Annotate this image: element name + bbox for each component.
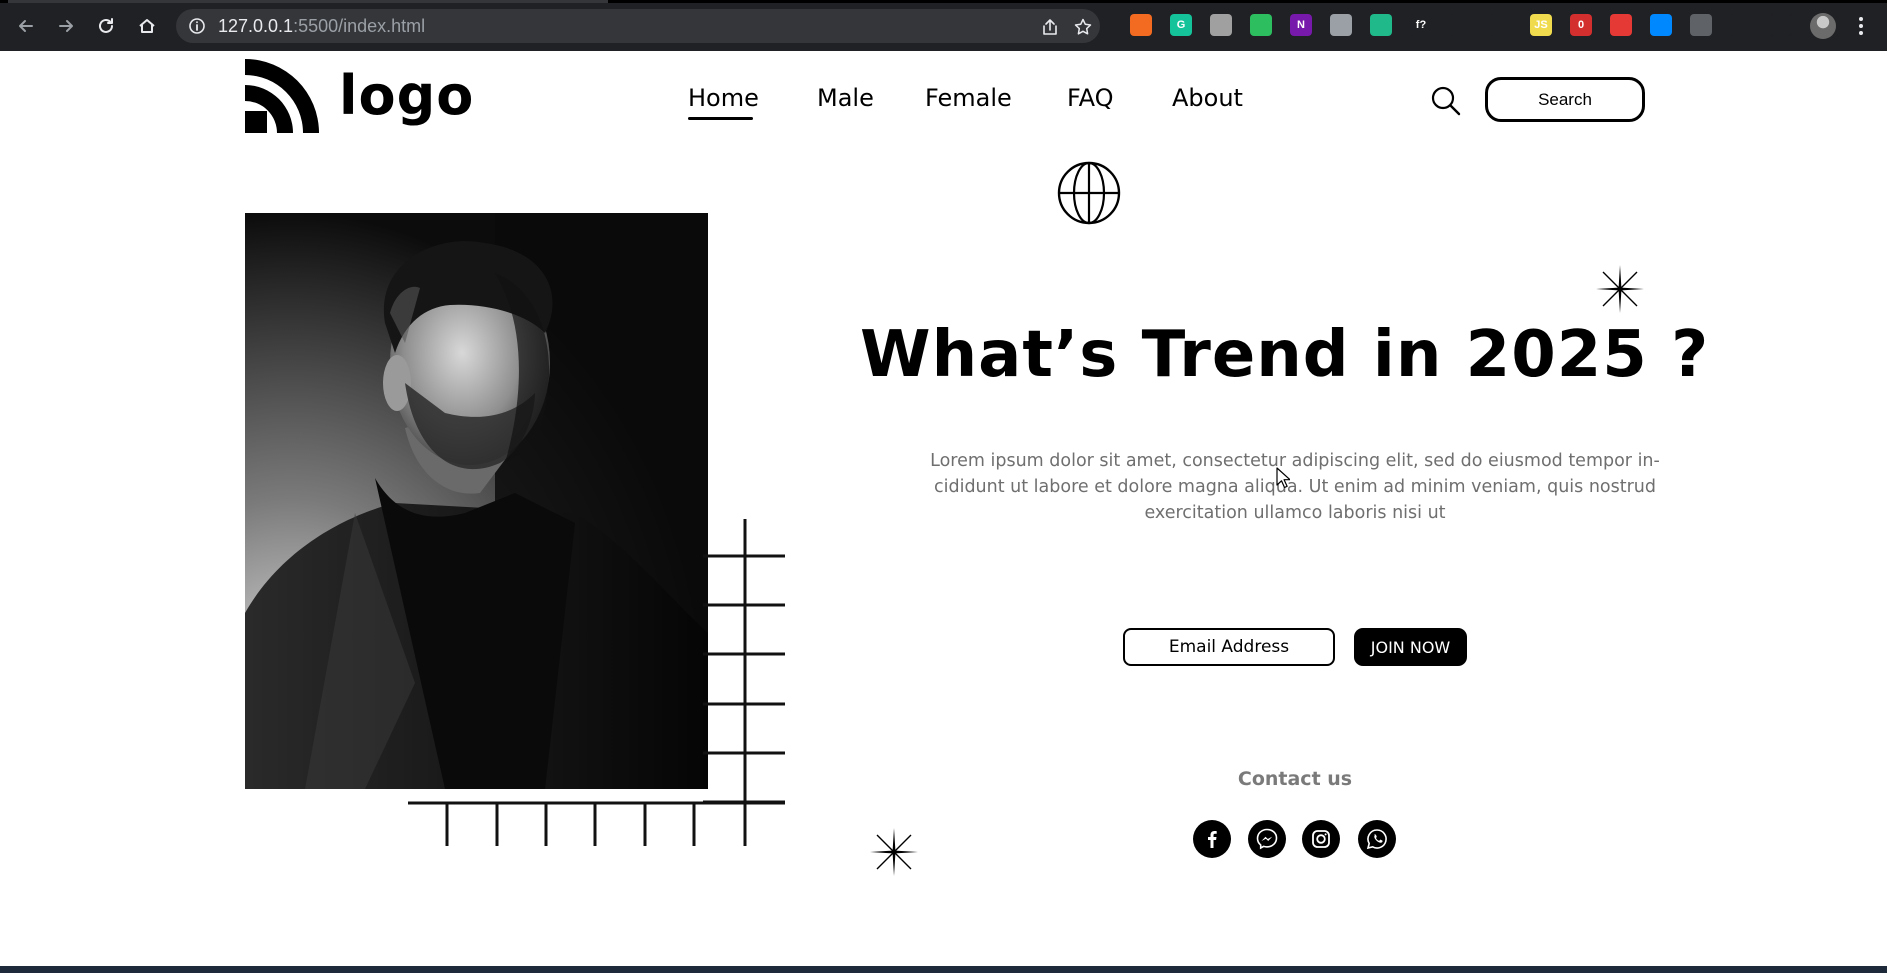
sparkle-star-top-right	[1596, 265, 1644, 313]
whatsapp-icon[interactable]	[1358, 820, 1396, 858]
hero-description: Lorem ipsum dolor sit amet, consectetur …	[930, 451, 1660, 523]
picture-in-picture-icon[interactable]	[1450, 14, 1472, 36]
browser-menu-icon[interactable]	[1855, 14, 1867, 38]
color-picker-icon[interactable]	[1210, 14, 1232, 36]
onenote-icon[interactable]: N	[1290, 14, 1312, 36]
site-info-icon[interactable]	[188, 17, 206, 35]
extension-hand-icon[interactable]	[1610, 14, 1632, 36]
globe-icon	[1057, 161, 1121, 225]
shazam-icon[interactable]	[1650, 14, 1672, 36]
react-devtools-icon[interactable]	[1490, 14, 1512, 36]
back-icon[interactable]	[12, 12, 40, 40]
url-text[interactable]: 127.0.0.1:5500/index.html	[218, 16, 425, 37]
decorative-grid	[408, 519, 785, 846]
contact-heading: Contact us	[1237, 768, 1353, 790]
search-icon[interactable]	[1430, 85, 1462, 117]
taskbar-edge	[0, 966, 1887, 973]
site-logo[interactable]: logo	[245, 59, 474, 133]
facebook-icon[interactable]	[1193, 820, 1231, 858]
extensions-puzzle-icon[interactable]	[1730, 14, 1752, 36]
url-host: 127.0.0.1	[218, 16, 294, 36]
side-panel-icon[interactable]	[1770, 14, 1792, 36]
evernote-icon[interactable]	[1250, 14, 1272, 36]
logo-text: logo	[339, 64, 475, 127]
nav-home[interactable]: Home	[688, 84, 759, 120]
hero-title: What’s Trend in 2025 ?	[860, 318, 1710, 392]
tab-strip	[0, 0, 1887, 3]
extension-green-icon[interactable]	[1370, 14, 1392, 36]
instagram-icon[interactable]	[1302, 820, 1340, 858]
mouse-cursor-icon	[1276, 467, 1290, 489]
profile-avatar[interactable]	[1810, 13, 1836, 39]
bookmark-star-icon[interactable]	[1073, 17, 1093, 37]
share-icon[interactable]	[1040, 17, 1060, 37]
url-path: :5500/index.html	[293, 16, 426, 36]
search-button[interactable]: Search	[1485, 77, 1645, 122]
extension-grey-icon[interactable]	[1690, 14, 1712, 36]
grammarly-icon[interactable]: G	[1170, 14, 1192, 36]
extension-red-target-icon[interactable]: 0	[1570, 14, 1592, 36]
nav-about[interactable]: About	[1172, 84, 1243, 112]
sparkle-star-bottom-left	[870, 828, 918, 876]
address-bar[interactable]: 127.0.0.1:5500/index.html	[176, 9, 1100, 43]
reload-icon[interactable]	[92, 12, 120, 40]
font-finder-icon[interactable]: f?	[1410, 14, 1432, 36]
join-now-button[interactable]: JOIN NOW	[1354, 628, 1467, 666]
home-icon[interactable]	[133, 12, 161, 40]
logo-mark-icon	[245, 59, 319, 133]
nav-faq[interactable]: FAQ	[1067, 84, 1114, 112]
browser-toolbar: 127.0.0.1:5500/index.html G Nf? JS 0	[0, 0, 1887, 51]
active-tab-edge[interactable]	[8, 0, 608, 3]
extension-owl-icon[interactable]	[1330, 14, 1352, 36]
email-field[interactable]	[1123, 628, 1335, 666]
extension-orange-icon[interactable]	[1130, 14, 1152, 36]
forward-icon[interactable]	[52, 12, 80, 40]
messenger-icon[interactable]	[1248, 820, 1286, 858]
js-icon[interactable]: JS	[1530, 14, 1552, 36]
nav-male[interactable]: Male	[817, 84, 874, 112]
nav-female[interactable]: Female	[925, 84, 1012, 112]
